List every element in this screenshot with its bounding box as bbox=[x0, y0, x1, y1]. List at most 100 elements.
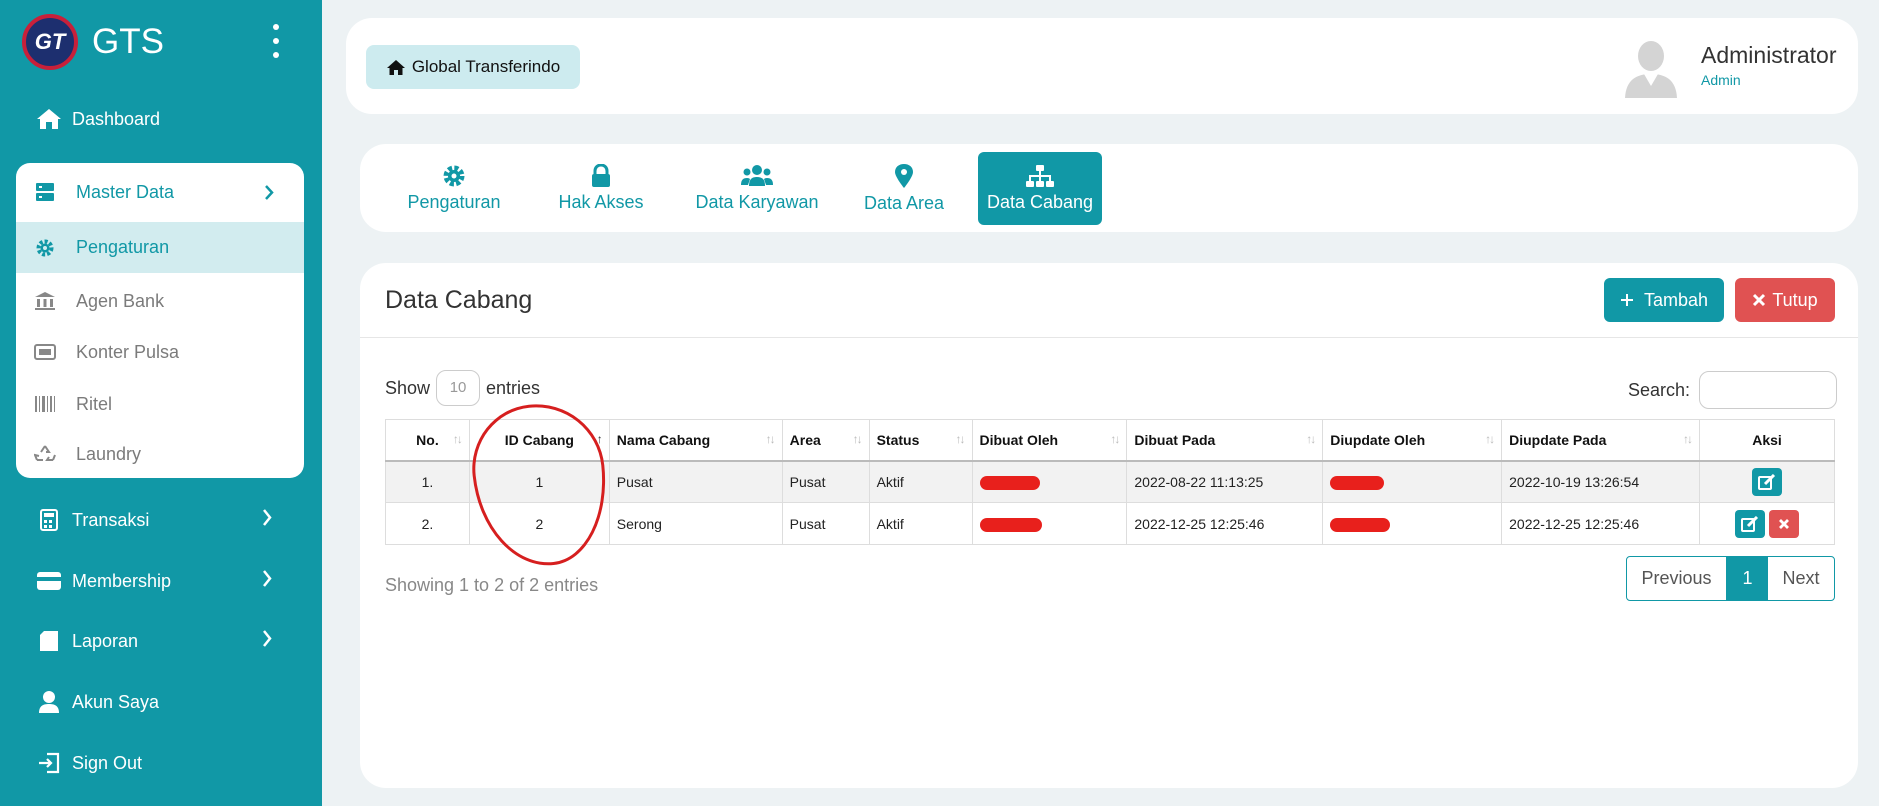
page-length-control: Show 10 entries bbox=[385, 370, 540, 406]
sidebar-item-label: Ritel bbox=[76, 393, 113, 414]
cell-status: Aktif bbox=[868, 502, 973, 545]
gear-icon bbox=[32, 238, 58, 258]
column-header-dibuat-oleh[interactable]: Dibuat Oleh ↑↓ bbox=[971, 419, 1128, 462]
tab-label: Data Karyawan bbox=[695, 192, 819, 212]
sidebar-item-master-data[interactable]: Master Data bbox=[16, 163, 304, 221]
column-header-no[interactable]: No. ↑↓ bbox=[385, 419, 470, 462]
tab-label: Data Cabang bbox=[986, 192, 1094, 212]
sidebar-item-konter-pulsa[interactable]: Konter Pulsa bbox=[16, 327, 304, 377]
cell-nama-cabang: Serong bbox=[608, 502, 783, 545]
master-data-menu: Master Data Pengaturan Agen Bank Konter … bbox=[16, 163, 304, 478]
avatar[interactable] bbox=[1622, 36, 1680, 98]
sidebar-item-laporan[interactable]: Laporan bbox=[0, 616, 322, 666]
map-marker-icon bbox=[895, 164, 913, 188]
top-header: Global Transferindo Administrator Admin bbox=[346, 18, 1858, 114]
pagination-page-1[interactable]: 1 bbox=[1727, 557, 1768, 600]
delete-button[interactable] bbox=[1769, 509, 1799, 538]
search-label: Search: bbox=[1628, 379, 1691, 400]
column-header-diupdate-pada[interactable]: Diupdate Pada ↑↓ bbox=[1501, 419, 1701, 462]
add-button[interactable]: Tambah bbox=[1604, 278, 1724, 322]
sidebar-item-laundry[interactable]: Laundry bbox=[16, 429, 304, 478]
tab-pengaturan[interactable]: Pengaturan bbox=[404, 152, 504, 225]
table-info: Showing 1 to 2 of 2 entries bbox=[385, 575, 599, 595]
pagination: Previous 1 Next bbox=[1626, 556, 1835, 601]
close-icon bbox=[1779, 518, 1789, 529]
divider bbox=[360, 337, 1858, 338]
search-input[interactable] bbox=[1699, 371, 1838, 409]
add-button-label: Tambah bbox=[1643, 289, 1709, 310]
sidebar-item-sign-out[interactable]: Sign Out bbox=[0, 738, 322, 788]
pagination-next[interactable]: Next bbox=[1768, 557, 1834, 600]
recycle-icon bbox=[32, 444, 58, 464]
sidebar-item-label: Membership bbox=[72, 570, 172, 591]
company-breadcrumb[interactable]: Global Transferindo bbox=[366, 45, 580, 89]
sidebar-item-label: Laundry bbox=[76, 443, 142, 464]
sidebar-item-membership[interactable]: Membership bbox=[0, 556, 322, 606]
sidebar-item-transaksi[interactable]: Transaksi bbox=[0, 495, 322, 545]
page-length-select[interactable]: 10 bbox=[436, 370, 481, 406]
close-button-label: Tutup bbox=[1772, 289, 1818, 310]
cell-no: 2. bbox=[385, 502, 470, 545]
sidebar-item-label: Sign Out bbox=[72, 752, 143, 773]
sitemap-icon bbox=[1026, 165, 1054, 187]
edit-icon bbox=[1758, 473, 1776, 490]
more-menu-icon[interactable] bbox=[268, 24, 284, 58]
redaction-mark bbox=[979, 475, 1040, 490]
cell-diupdate-pada: 2022-10-19 13:26:54 bbox=[1501, 460, 1701, 503]
column-header-nama-cabang[interactable]: Nama Cabang ↑↓ bbox=[608, 419, 783, 462]
barcode-icon bbox=[32, 395, 58, 413]
cell-area: Pusat bbox=[781, 460, 870, 503]
home-icon bbox=[34, 108, 64, 130]
column-header-dibuat-pada[interactable]: Dibuat Pada ↑↓ bbox=[1126, 419, 1324, 462]
tab-data-area[interactable]: Data Area bbox=[854, 152, 954, 225]
column-header-area[interactable]: Area ↑↓ bbox=[781, 419, 870, 462]
sign-out-icon bbox=[34, 752, 64, 774]
lock-icon bbox=[592, 164, 610, 187]
plus-icon bbox=[1620, 294, 1633, 306]
settings-tabs: Pengaturan Hak Akses Data Karyawan Data … bbox=[360, 144, 1858, 232]
pagination-previous[interactable]: Previous bbox=[1627, 557, 1727, 600]
brand[interactable]: GT GTS bbox=[22, 14, 164, 70]
close-button[interactable]: Tutup bbox=[1735, 278, 1835, 322]
user-name: Administrator bbox=[1701, 42, 1837, 68]
edit-button[interactable] bbox=[1735, 509, 1765, 538]
tab-data-cabang[interactable]: Data Cabang bbox=[978, 152, 1102, 225]
home-icon bbox=[386, 59, 405, 75]
close-icon bbox=[1753, 293, 1766, 307]
edit-button[interactable] bbox=[1752, 467, 1782, 496]
chevron-right-icon bbox=[263, 570, 272, 587]
cell-diupdate-pada: 2022-12-25 12:25:46 bbox=[1501, 502, 1701, 545]
bank-icon bbox=[32, 291, 58, 311]
sidebar-item-label: Dashboard bbox=[72, 108, 161, 129]
credit-card-icon bbox=[34, 571, 64, 591]
sidebar-item-label: Akun Saya bbox=[72, 691, 160, 712]
redaction-mark bbox=[1330, 475, 1385, 490]
sidebar-item-pengaturan[interactable]: Pengaturan bbox=[16, 222, 304, 273]
user-icon bbox=[34, 690, 64, 714]
search-control: Search: bbox=[1628, 371, 1838, 409]
sidebar-item-akun-saya[interactable]: Akun Saya bbox=[0, 677, 322, 727]
sidebar-item-label: Pengaturan bbox=[76, 237, 170, 257]
users-icon bbox=[741, 165, 773, 186]
calculator-icon bbox=[34, 509, 64, 531]
cell-nama-cabang: Pusat bbox=[608, 460, 783, 503]
tab-hak-akses[interactable]: Hak Akses bbox=[546, 152, 656, 225]
company-name: Global Transferindo bbox=[411, 57, 561, 76]
column-header-diupdate-oleh[interactable]: Diupdate Oleh ↑↓ bbox=[1322, 419, 1503, 462]
logo: GT bbox=[22, 14, 78, 70]
sidebar-item-agen-bank[interactable]: Agen Bank bbox=[16, 277, 304, 325]
cell-area: Pusat bbox=[781, 502, 870, 545]
tab-label: Pengaturan bbox=[407, 192, 501, 212]
sidebar-item-label: Master Data bbox=[76, 181, 175, 202]
tab-data-karyawan[interactable]: Data Karyawan bbox=[682, 152, 832, 225]
cell-dibuat-pada: 2022-12-25 12:25:46 bbox=[1126, 502, 1324, 545]
column-header-status[interactable]: Status ↑↓ bbox=[868, 419, 973, 462]
cell-diupdate-oleh bbox=[1322, 502, 1503, 545]
brand-name: GTS bbox=[92, 22, 164, 61]
chevron-right-icon bbox=[265, 185, 274, 200]
server-icon bbox=[32, 182, 58, 202]
sidebar-item-dashboard[interactable]: Dashboard bbox=[0, 94, 322, 144]
chevron-right-icon bbox=[263, 509, 272, 526]
sidebar-item-ritel[interactable]: Ritel bbox=[16, 379, 304, 429]
tab-label: Hak Akses bbox=[558, 192, 644, 212]
